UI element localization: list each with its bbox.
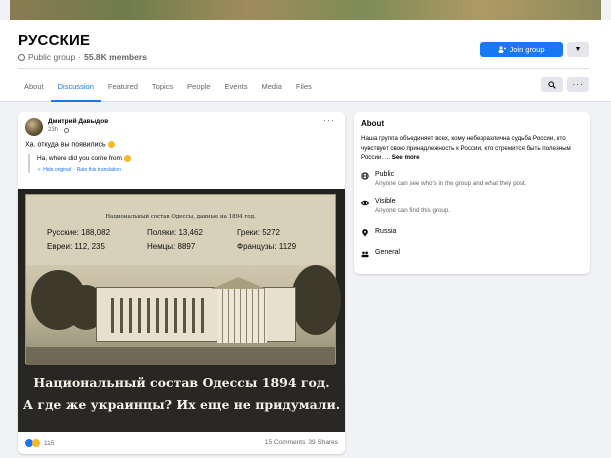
photo-stats: Русские: 188,082 Поляки: 13,462 Греки: 5… xyxy=(47,228,327,256)
about-item-label: Public xyxy=(375,171,395,178)
photo-frame: Национальный состав Одессы, данные на 18… xyxy=(25,194,341,365)
shares-count[interactable]: 39 Shares xyxy=(308,439,338,446)
avatar[interactable] xyxy=(25,118,43,136)
more-options-button[interactable]: ··· xyxy=(567,77,589,92)
post-photo[interactable]: Национальный состав Одессы, данные на 18… xyxy=(18,189,345,432)
tab-discussion[interactable]: Discussion xyxy=(50,78,101,102)
comments-count[interactable]: 15 Comments xyxy=(265,439,305,446)
laughing-emoji-icon xyxy=(123,155,131,162)
chevron-down-icon: ▼ xyxy=(574,46,582,53)
reactions-count: 115 xyxy=(44,439,55,447)
search-icon xyxy=(548,80,556,89)
about-item-text: Visible Anyone can find this group. xyxy=(375,198,450,214)
translation-links: ✧ Hide original · Rate this translation xyxy=(37,167,248,173)
building-shape xyxy=(96,287,296,343)
eye-icon xyxy=(361,200,369,206)
about-item-text: Russia xyxy=(375,228,396,235)
about-item-text: Public Anyone can see who's in the group… xyxy=(375,171,527,187)
engagement-counts: 15 Comments 39 Shares xyxy=(265,439,338,446)
join-group-label: Join group xyxy=(509,45,545,54)
header-divider xyxy=(18,68,589,69)
group-header: РУССКИЕ Public group · 55.8K members Joi… xyxy=(0,20,611,102)
meta-separator: · xyxy=(78,52,82,62)
stat-jews: Евреи: 112, 235 xyxy=(47,242,105,251)
roof-shape xyxy=(211,277,266,289)
group-meta: Public group · 55.8K members xyxy=(18,52,147,62)
about-item-label: General xyxy=(375,249,400,256)
stat-greeks: Греки: 5272 xyxy=(237,228,280,237)
search-group-button[interactable] xyxy=(541,77,563,92)
ground-shape xyxy=(26,347,335,365)
post-author[interactable]: Дмитрий Давыдов xyxy=(48,118,108,125)
people-icon xyxy=(361,251,369,258)
join-group-button[interactable]: Join group xyxy=(480,42,563,57)
feed-post: Дмитрий Давыдов 23h · ··· Ха. откуда вы … xyxy=(18,112,345,454)
tab-topics[interactable]: Topics xyxy=(145,78,180,102)
post-timestamp: 23h · xyxy=(48,127,70,133)
group-privacy: Public group xyxy=(28,52,76,62)
stat-poles: Поляки: 13,462 xyxy=(147,228,203,237)
about-item-sub: Anyone can find this group. xyxy=(375,207,450,214)
translation-block: Ha, where did you come from ✧ Hide origi… xyxy=(28,154,248,174)
about-item-label: Russia xyxy=(375,228,397,235)
post-text: Ха. откуда вы появились xyxy=(25,141,115,148)
photo-scene xyxy=(26,265,341,365)
tab-people[interactable]: People xyxy=(180,78,217,102)
link-separator: · xyxy=(73,167,75,174)
rate-translation-link[interactable]: Rate this translation xyxy=(77,167,121,173)
group-tabs: About Discussion Featured Topics People … xyxy=(18,78,319,102)
reactions-summary[interactable]: 115 xyxy=(25,439,54,447)
stats-row: Евреи: 112, 235 Немцы: 8897 Французы: 11… xyxy=(47,242,327,256)
see-more-link[interactable]: See more xyxy=(392,154,420,161)
tab-featured[interactable]: Featured xyxy=(101,78,145,102)
translation-text: Ha, where did you come from xyxy=(37,155,248,162)
about-item-visible: Visible Anyone can find this group. xyxy=(361,198,450,214)
about-card: About Наша группа объединяет всех, кому … xyxy=(354,112,590,274)
about-item-public: Public Anyone can see who's in the group… xyxy=(361,171,527,187)
translation-content: Ha, where did you come from xyxy=(37,155,122,163)
stat-french: Французы: 1129 xyxy=(237,242,297,251)
photo-caption-line2: А где же украинцы? Их еще не придумали. xyxy=(22,397,341,412)
about-title: About xyxy=(361,119,385,128)
tree-shape xyxy=(291,265,341,335)
photo-title: Национальный состав Одессы, данные на 18… xyxy=(105,214,256,220)
globe-icon xyxy=(361,172,369,180)
about-item-category: General xyxy=(361,249,400,258)
post-menu-button[interactable]: ··· xyxy=(323,115,335,125)
group-members[interactable]: 55.8K members xyxy=(84,52,147,62)
columns-shape xyxy=(217,288,267,343)
stat-germans: Немцы: 8897 xyxy=(147,242,196,251)
more-dots-icon: ··· xyxy=(572,80,584,89)
group-name[interactable]: РУССКИЕ xyxy=(18,32,90,49)
stats-row: Русские: 188,082 Поляки: 13,462 Греки: 5… xyxy=(47,228,327,242)
join-group-icon xyxy=(498,46,507,53)
post-footer: 115 15 Comments 39 Shares xyxy=(18,434,345,454)
cover-photo xyxy=(10,0,601,20)
tab-files[interactable]: Files xyxy=(289,78,319,102)
about-description: Наша группа объединяет всех, кому небезр… xyxy=(361,134,586,163)
about-item-text: General xyxy=(375,249,400,256)
tab-about[interactable]: About xyxy=(18,78,51,102)
about-item-sub: Anyone can see who's in the group and wh… xyxy=(375,180,527,187)
photo-caption-line1: Национальный состав Одессы 1894 год. xyxy=(33,375,330,390)
post-time[interactable]: 23h xyxy=(48,127,58,133)
stat-russians: Русские: 188,082 xyxy=(47,228,111,237)
about-item-location: Russia xyxy=(361,228,396,237)
tab-events[interactable]: Events xyxy=(218,78,255,102)
group-options-button[interactable]: ▼ xyxy=(567,42,589,57)
time-separator: · xyxy=(60,127,63,133)
globe-icon xyxy=(64,127,70,133)
globe-icon xyxy=(18,53,25,61)
tab-media[interactable]: Media xyxy=(254,78,288,102)
translate-icon: ✧ xyxy=(37,167,42,174)
location-icon xyxy=(362,229,368,237)
windows-shape xyxy=(105,298,210,333)
haha-reaction-icon xyxy=(32,439,40,447)
post-text-content: Ха. откуда вы появились xyxy=(25,141,106,149)
laughing-emoji-icon xyxy=(107,141,115,148)
about-item-label: Visible xyxy=(375,198,396,205)
hide-original-link[interactable]: Hide original xyxy=(43,167,71,173)
